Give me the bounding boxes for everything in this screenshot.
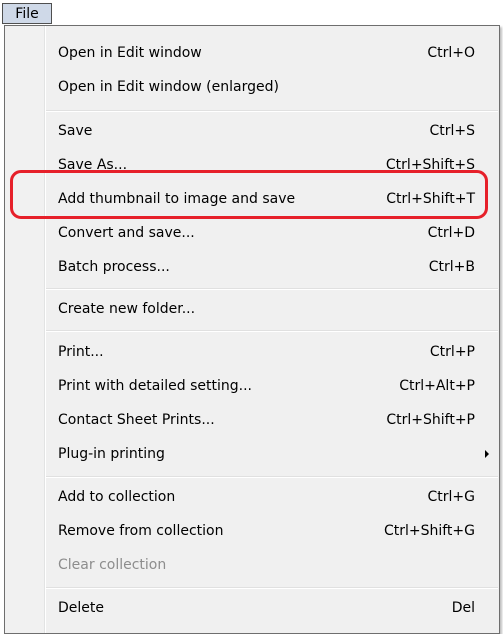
file-dropdown-menu: Open in Edit window Ctrl+O Open in Edit … bbox=[4, 25, 500, 634]
menu-item-label: Create new folder... bbox=[58, 301, 196, 317]
menu-item-create-new-folder[interactable]: Create new folder... bbox=[5, 292, 499, 326]
menu-item-plug-in-printing[interactable]: Plug-in printing bbox=[5, 437, 499, 471]
menu-item-label: Plug-in printing bbox=[58, 446, 165, 462]
menu-item-clear-collection: Clear collection bbox=[5, 548, 499, 582]
menu-item-shortcut: Ctrl+Shift+T bbox=[386, 191, 475, 207]
menu-item-label: Clear collection bbox=[58, 557, 167, 573]
menu-separator bbox=[46, 288, 498, 290]
menu-item-shortcut: Ctrl+D bbox=[427, 225, 475, 241]
menu-item-remove-from-collection[interactable]: Remove from collection Ctrl+Shift+G bbox=[5, 514, 499, 548]
menu-item-shortcut: Ctrl+Shift+S bbox=[385, 157, 475, 173]
menu-item-label: Save bbox=[58, 123, 93, 139]
menu-item-label: Add to collection bbox=[58, 489, 176, 505]
menu-item-label: Open in Edit window (enlarged) bbox=[58, 79, 279, 95]
menu-item-open-in-edit-window[interactable]: Open in Edit window Ctrl+O bbox=[5, 36, 499, 70]
menu-item-label: Convert and save... bbox=[58, 225, 195, 241]
menu-item-shortcut: Ctrl+B bbox=[428, 259, 475, 275]
menu-item-shortcut: Del bbox=[451, 600, 475, 616]
menu-item-shortcut: Ctrl+P bbox=[429, 344, 475, 360]
menu-item-label: Add thumbnail to image and save bbox=[58, 191, 296, 207]
menu-separator bbox=[46, 330, 498, 332]
file-menu-tab[interactable]: File bbox=[2, 3, 52, 24]
menu-item-contact-sheet-prints[interactable]: Contact Sheet Prints... Ctrl+Shift+P bbox=[5, 403, 499, 437]
menu-item-save[interactable]: Save Ctrl+S bbox=[5, 114, 499, 148]
menu-item-shortcut: Ctrl+Alt+P bbox=[399, 378, 475, 394]
menu-separator bbox=[46, 110, 498, 112]
menu-item-shortcut: Ctrl+Shift+G bbox=[383, 523, 475, 539]
menu-item-label: Save As... bbox=[58, 157, 128, 173]
menu-item-shortcut: Ctrl+O bbox=[427, 45, 475, 61]
menu-item-print[interactable]: Print... Ctrl+P bbox=[5, 335, 499, 369]
menu-item-shortcut: Ctrl+Shift+P bbox=[386, 412, 475, 428]
menu-item-label: Batch process... bbox=[58, 259, 170, 275]
menu-item-label: Print with detailed setting... bbox=[58, 378, 252, 394]
menu-item-delete[interactable]: Delete Del bbox=[5, 591, 499, 625]
menu-item-batch-process[interactable]: Batch process... Ctrl+B bbox=[5, 250, 499, 284]
menu-item-label: Print... bbox=[58, 344, 104, 360]
menu-item-print-detailed-setting[interactable]: Print with detailed setting... Ctrl+Alt+… bbox=[5, 369, 499, 403]
menu-item-open-in-edit-window-enlarged[interactable]: Open in Edit window (enlarged) bbox=[5, 70, 499, 104]
menu-item-add-thumbnail-and-save[interactable]: Add thumbnail to image and save Ctrl+Shi… bbox=[5, 182, 499, 216]
menu-separator bbox=[46, 587, 498, 589]
menu-item-shortcut: Ctrl+S bbox=[429, 123, 475, 139]
menu-item-save-as[interactable]: Save As... Ctrl+Shift+S bbox=[5, 148, 499, 182]
menu-item-label: Remove from collection bbox=[58, 523, 224, 539]
menu-item-convert-and-save[interactable]: Convert and save... Ctrl+D bbox=[5, 216, 499, 250]
submenu-arrow-icon bbox=[485, 450, 489, 458]
menu-item-label: Contact Sheet Prints... bbox=[58, 412, 215, 428]
menu-separator bbox=[46, 476, 498, 478]
menu-item-add-to-collection[interactable]: Add to collection Ctrl+G bbox=[5, 480, 499, 514]
menu-item-shortcut: Ctrl+G bbox=[427, 489, 476, 505]
menu-item-label: Delete bbox=[58, 600, 104, 616]
menu-item-label: Open in Edit window bbox=[58, 45, 202, 61]
menu-bar: File bbox=[0, 0, 503, 26]
